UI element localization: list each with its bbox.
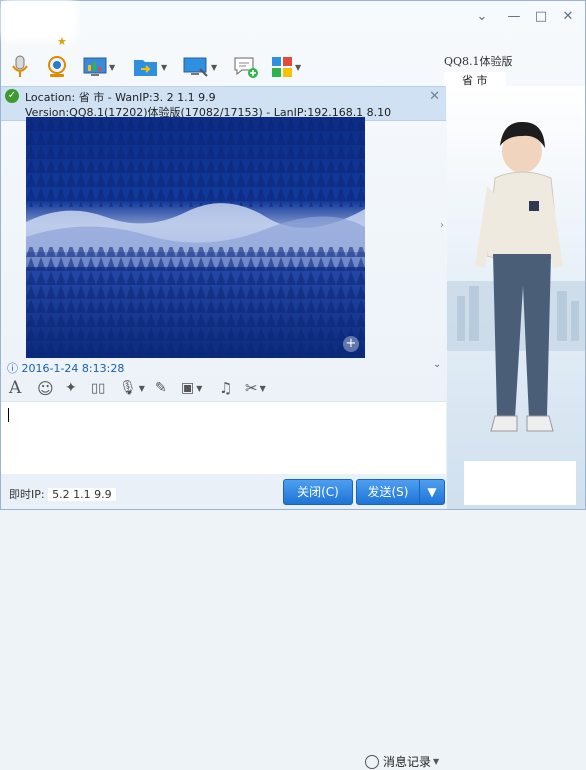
chevron-down-icon: ▼	[433, 757, 440, 766]
screen-share-button[interactable]: ▼	[183, 51, 217, 83]
add-participant-button[interactable]	[233, 51, 259, 83]
profile-info: QQ8.1体验版 省 市	[444, 53, 564, 88]
check-icon: ✓	[5, 89, 19, 103]
voice-call-button[interactable]	[9, 51, 31, 83]
send-button[interactable]: 发送(S)	[356, 479, 420, 505]
send-file-button[interactable]: ▼	[133, 51, 167, 83]
star-icon: ★	[57, 35, 67, 48]
minimize-button[interactable]: —	[503, 7, 525, 27]
message-timestamp: ⓘ 2016-1-24 8:13:28	[7, 362, 125, 375]
location-ip-line: Location: 省 市 - WanIP:3. 2 1.1 9.9	[25, 91, 216, 104]
forest-photo	[26, 117, 365, 358]
chevron-down-icon[interactable]: ▼	[161, 63, 167, 72]
maximize-button[interactable]: □	[530, 7, 552, 27]
screen-share-icon	[183, 57, 208, 77]
emoji-icon[interactable]: ☺	[37, 378, 54, 398]
apps-icon	[272, 57, 292, 77]
send-options-button[interactable]: ▼	[419, 479, 445, 505]
video-call-button[interactable]	[45, 51, 69, 83]
chat-toolbar: ▼ ▼ ▼ ▼	[1, 51, 441, 85]
message-history-button[interactable]: 消息记录 ▼	[365, 753, 439, 770]
contact-avatar[interactable]	[7, 5, 71, 35]
music-icon[interactable]: ♫	[219, 378, 232, 398]
voice-call-icon	[12, 55, 28, 77]
send-file-icon	[134, 60, 157, 76]
bottom-bar: 即时IP: 5.2 1.1 9.9 关闭(C) 发送(S) ▼	[1, 474, 446, 509]
info-icon: ⓘ	[7, 362, 22, 375]
clock-icon	[365, 754, 379, 769]
history-label: 消息记录	[383, 755, 432, 769]
text-cursor	[8, 408, 9, 422]
panel-splitter-handle[interactable]: ›	[438, 191, 446, 261]
chat-window: ★ ⌄ — □ ✕ ▼ ▼ ▼ ▼ QQ8.1体验版 省 市 ✓ Locatio…	[0, 0, 586, 769]
screenshot-edit-icon[interactable]: ✎	[155, 378, 167, 398]
show-panel-footer	[464, 461, 576, 505]
connection-info-bar: ✓ Location: 省 市 - WanIP:3. 2 1.1 9.9 Ver…	[1, 86, 446, 121]
shared-image[interactable]	[26, 117, 365, 358]
microphone-icon[interactable]: 🎙︎ ▼	[119, 378, 145, 398]
remote-assist-button[interactable]: ▼	[83, 51, 115, 83]
client-version: QQ8.1体验版	[444, 55, 513, 68]
format-toolbar: A ☺ ✦ ▯▯ 🎙︎ ▼ ✎ ▣ ▼ ♫ ✂ ▼ 消息记录 ▼	[1, 375, 446, 769]
avatar-show-figure	[447, 121, 585, 432]
contact-show-panel	[447, 86, 585, 509]
chevron-down-icon[interactable]: ▼	[295, 63, 301, 72]
scissors-icon[interactable]: ✂ ▼	[245, 378, 266, 398]
close-infobar-icon[interactable]: ✕	[429, 89, 440, 104]
magic-wand-icon[interactable]: ✦	[65, 378, 77, 398]
close-window-button[interactable]: ✕	[557, 7, 579, 27]
image-icon[interactable]: ▣ ▼	[181, 378, 202, 398]
chevron-down-icon: ▼	[427, 485, 437, 499]
chevron-down-icon[interactable]: ▼	[109, 63, 115, 72]
poke-icon[interactable]: ▯▯	[91, 378, 105, 398]
zoom-image-icon[interactable]: +	[343, 336, 359, 352]
close-button[interactable]: 关闭(C)	[283, 479, 353, 505]
message-input[interactable]	[1, 401, 446, 474]
title-bar: ★ ⌄ — □ ✕	[1, 1, 585, 48]
video-call-icon	[48, 56, 66, 77]
apps-button[interactable]: ▼	[271, 51, 301, 83]
font-icon[interactable]: A	[9, 378, 21, 398]
skin-menu-icon[interactable]: ⌄	[471, 7, 493, 27]
chevron-down-icon[interactable]: ▼	[211, 63, 217, 72]
add-participant-icon	[234, 57, 258, 78]
collapse-icon[interactable]: ⌄	[433, 359, 441, 370]
remote-assist-icon	[83, 57, 107, 76]
instant-ip: 即时IP: 5.2 1.1 9.9	[9, 486, 116, 502]
